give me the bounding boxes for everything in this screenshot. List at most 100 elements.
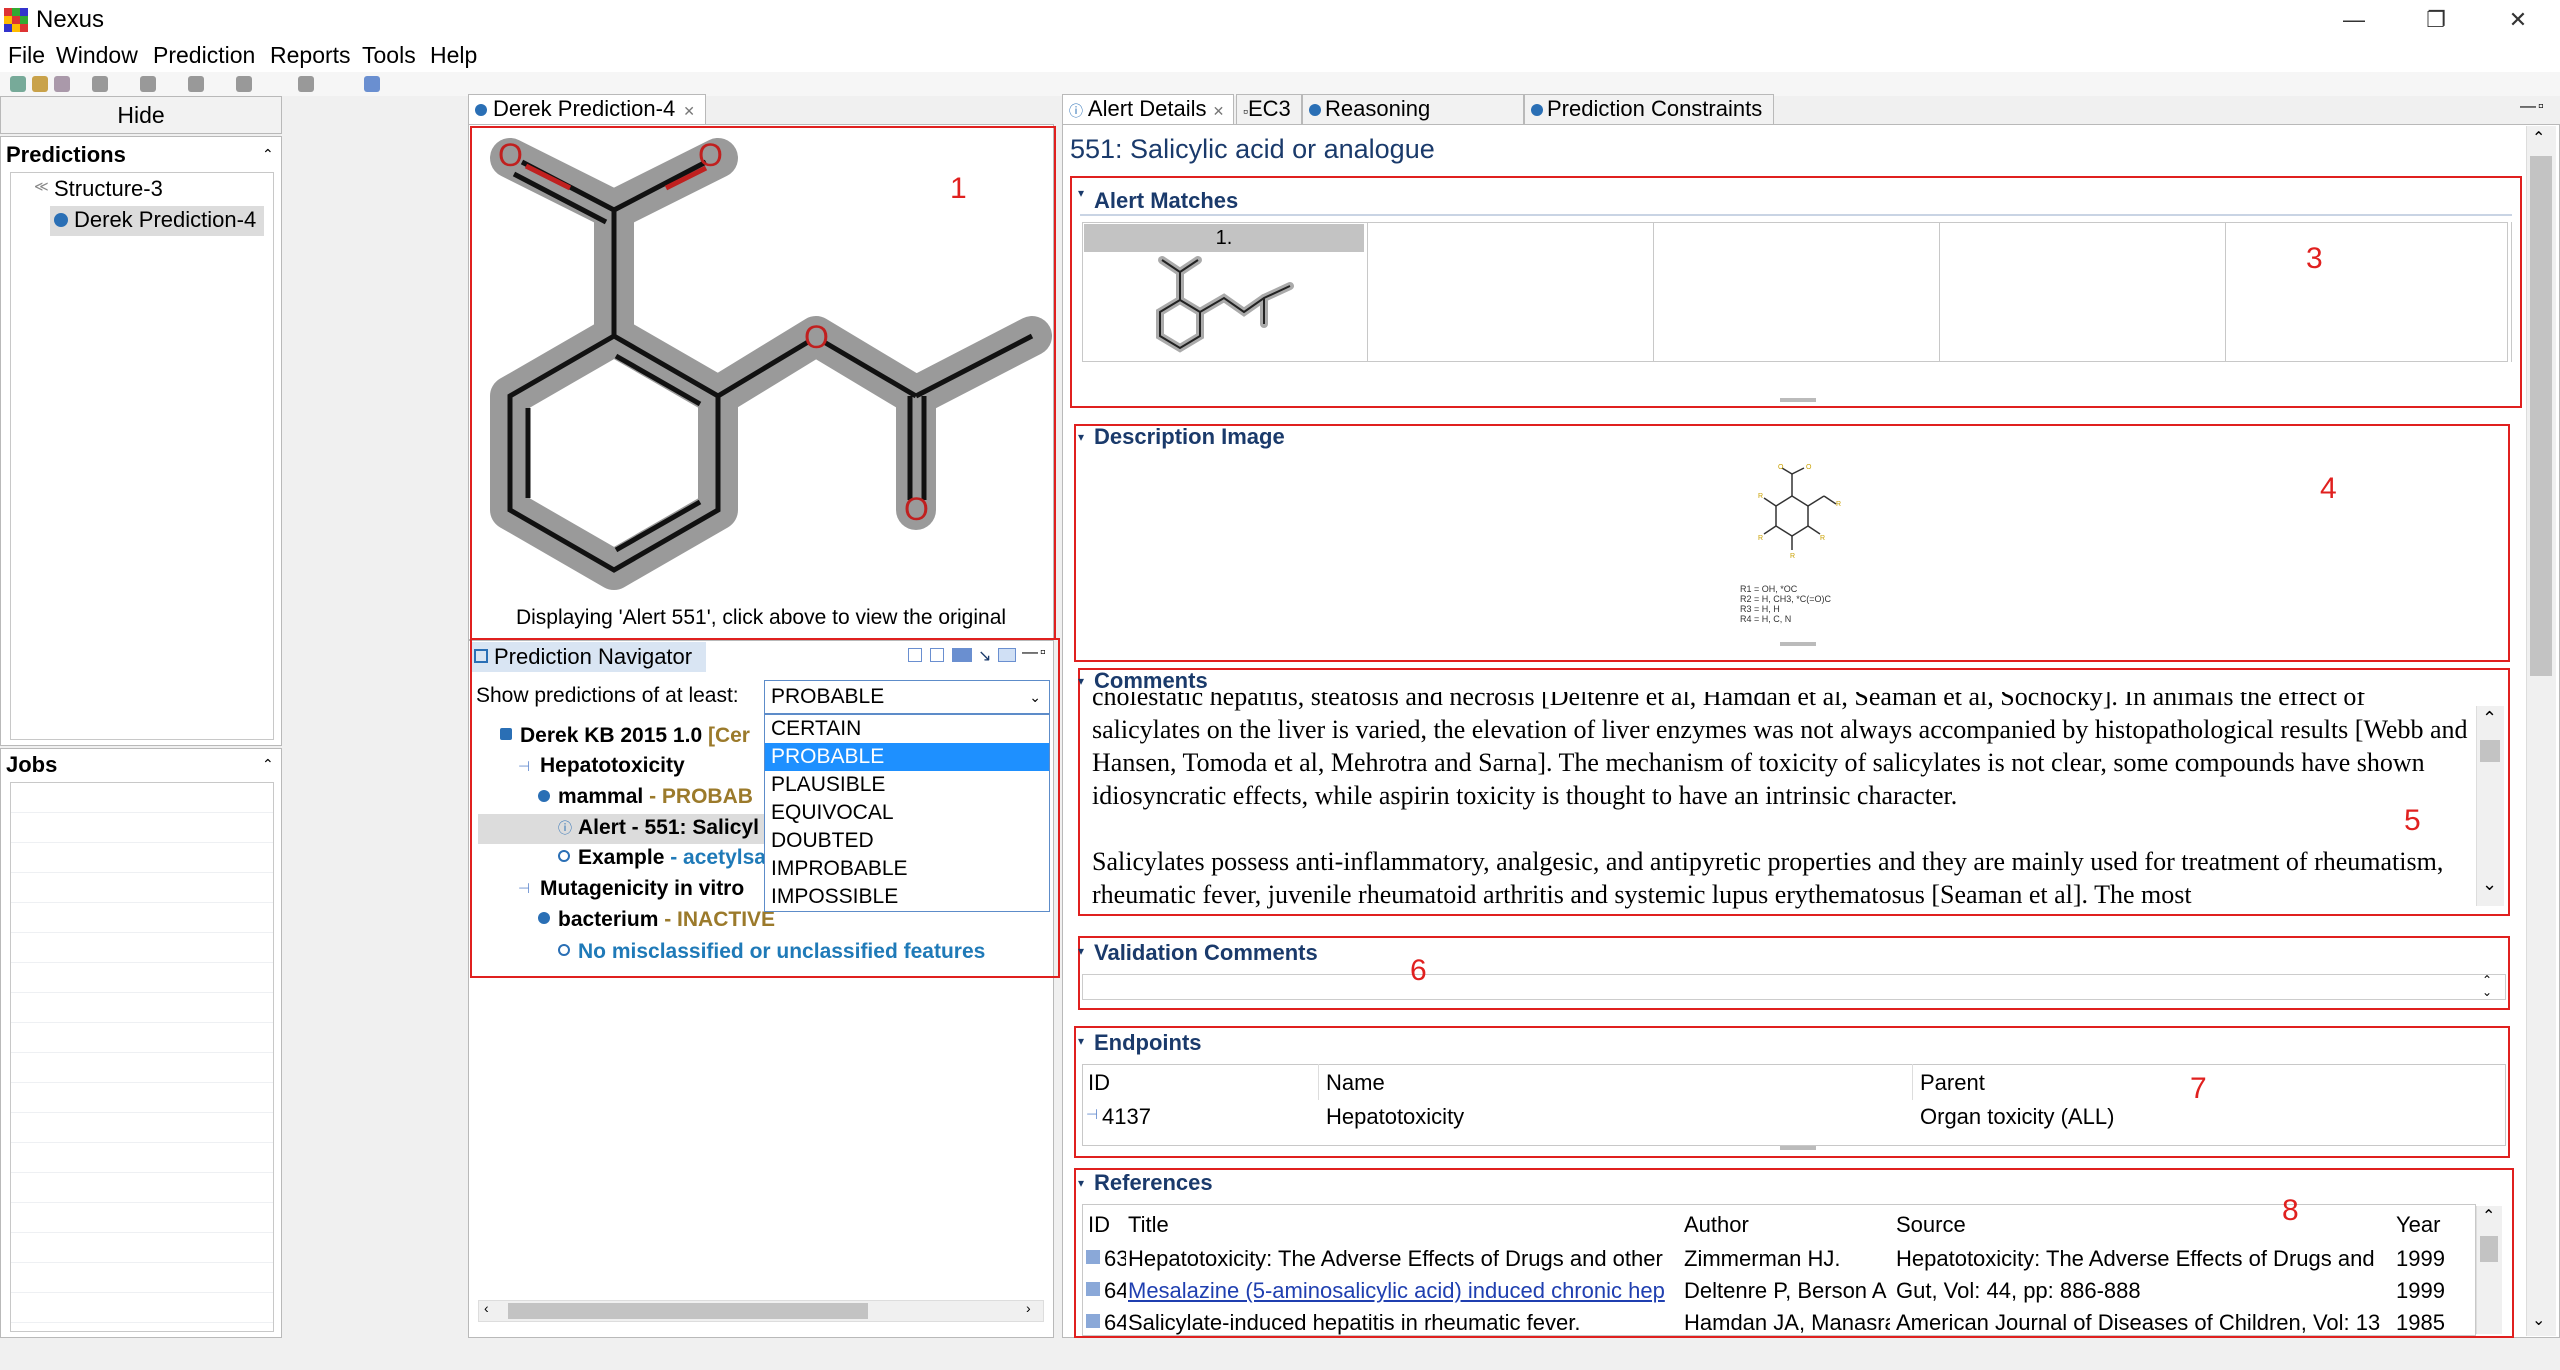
resize-handle[interactable] — [1780, 642, 1816, 646]
option-improbable[interactable]: IMPROBABLE — [765, 855, 1049, 883]
references-header-id[interactable]: ID — [1088, 1212, 1110, 1238]
references-header-year[interactable]: Year — [2396, 1212, 2440, 1238]
comments-title[interactable]: Comments — [1094, 668, 1208, 694]
reference-year[interactable]: 1999 — [2396, 1246, 2445, 1272]
reference-id[interactable]: 63 — [1104, 1246, 1126, 1272]
scrollbar-thumb[interactable] — [2480, 740, 2500, 762]
predict-icon[interactable] — [92, 76, 108, 92]
save-icon[interactable] — [54, 76, 70, 92]
menu-window[interactable]: Window — [56, 42, 138, 69]
scrollbar-thumb[interactable] — [2530, 156, 2552, 676]
option-certain[interactable]: CERTAIN — [765, 715, 1049, 743]
option-plausible[interactable]: PLAUSIBLE — [765, 771, 1049, 799]
menu-help[interactable]: Help — [430, 42, 477, 69]
description-image-title[interactable]: Description Image — [1094, 424, 1285, 450]
spinner-icon[interactable]: ⌃ ⌄ — [2482, 974, 2492, 998]
tree-expand-icon[interactable]: ≪ — [34, 178, 49, 195]
tree-item-structure[interactable]: Structure-3 — [54, 176, 163, 202]
resize-handle[interactable] — [1780, 1146, 1816, 1150]
reference-source[interactable]: Gut, Vol: 44, pp: 886-888 — [1896, 1278, 2390, 1304]
match-cell-5[interactable] — [2226, 222, 2512, 362]
scroll-right-icon[interactable]: › — [1026, 1300, 1031, 1316]
scrollbar-thumb[interactable] — [2480, 1236, 2498, 1262]
scroll-up-icon[interactable]: ⌃ — [2482, 1206, 2495, 1226]
tab-reasoning-explorer[interactable]: Reasoning Explorer — [1302, 94, 1524, 149]
reference-link[interactable]: Mesalazine (5-aminosalicylic acid) induc… — [1128, 1278, 1665, 1303]
match-structure-image[interactable] — [1140, 252, 1310, 356]
restore-button[interactable]: ❐ — [2396, 0, 2476, 40]
option-equivocal[interactable]: EQUIVOCAL — [765, 799, 1049, 827]
collapse-icon[interactable]: ⌃ — [262, 146, 274, 163]
reference-title-link[interactable]: Mesalazine (5-aminosalicylic acid) induc… — [1128, 1278, 1678, 1304]
reference-id[interactable]: 64 — [1104, 1278, 1126, 1304]
filter-icon[interactable] — [188, 76, 204, 92]
menu-tools[interactable]: Tools — [362, 42, 416, 69]
description-structure-image[interactable]: O O R R R R R — [1742, 460, 1850, 570]
validate-icon[interactable] — [236, 76, 252, 92]
tab-prediction-constraints[interactable]: Prediction Constraints — [1524, 94, 1774, 124]
alert-matches-title[interactable]: Alert Matches — [1094, 188, 1238, 214]
scroll-up-icon[interactable]: ⌃ — [2482, 708, 2497, 729]
endpoints-header-id[interactable]: ID — [1088, 1070, 1110, 1096]
molecule-icon[interactable] — [140, 76, 156, 92]
reference-source[interactable]: Hepatotoxicity: The Adverse Effects of D… — [1896, 1246, 2390, 1272]
hide-button[interactable]: Hide — [0, 96, 282, 134]
menu-prediction[interactable]: Prediction — [153, 42, 255, 69]
close-button[interactable]: ✕ — [2478, 0, 2558, 40]
open-icon[interactable] — [32, 76, 48, 92]
option-probable[interactable]: PROBABLE — [765, 743, 1049, 771]
endpoint-parent[interactable]: Organ toxicity (ALL) — [1920, 1104, 2114, 1130]
menu-reports[interactable]: Reports — [270, 42, 351, 69]
maximize-view-icon[interactable]: ▫ — [2538, 98, 2544, 116]
references-header-title[interactable]: Title — [1128, 1212, 1169, 1238]
match-cell-3[interactable] — [1654, 222, 1940, 362]
comments-text[interactable]: cholestatic hepatitis, steatosis and nec… — [1082, 692, 2504, 910]
minimize-view-icon[interactable]: — — [2520, 98, 2536, 116]
reference-year[interactable]: 1999 — [2396, 1278, 2445, 1304]
reference-author[interactable]: Deltenre P, Berson A — [1684, 1278, 1890, 1304]
export-icon[interactable] — [298, 76, 314, 92]
validation-comments-title[interactable]: Validation Comments — [1094, 940, 1318, 966]
endpoint-id[interactable]: 4137 — [1102, 1104, 1151, 1130]
section-toggle-icon[interactable]: ▾ — [1078, 674, 1084, 688]
section-toggle-icon[interactable]: ▾ — [1078, 186, 1084, 200]
reference-year[interactable]: 1985 — [2396, 1310, 2445, 1336]
option-impossible[interactable]: IMPOSSIBLE — [765, 883, 1049, 911]
validation-comments-field[interactable] — [1082, 974, 2506, 1000]
endpoints-header-name[interactable]: Name — [1326, 1070, 1385, 1096]
close-tab-icon[interactable]: ✕ — [683, 103, 695, 119]
match-cell-2[interactable] — [1368, 222, 1654, 362]
scrollbar-thumb[interactable] — [508, 1303, 868, 1319]
resize-handle[interactable] — [1780, 398, 1816, 402]
scroll-down-icon[interactable]: ⌄ — [2532, 1310, 2545, 1330]
reference-id[interactable]: 64 — [1104, 1310, 1126, 1336]
references-header-author[interactable]: Author — [1684, 1212, 1749, 1238]
reference-source[interactable]: American Journal of Diseases of Children… — [1896, 1310, 2390, 1336]
endpoints-title[interactable]: Endpoints — [1094, 1030, 1202, 1056]
tree-item-prediction[interactable]: Derek Prediction-4 — [74, 207, 256, 233]
reference-author[interactable]: Hamdan JA, Manasra — [1684, 1310, 1890, 1336]
jobs-collapse-icon[interactable]: ⌃ — [262, 756, 274, 773]
scroll-up-icon[interactable]: ⌃ — [2532, 128, 2545, 148]
reference-title[interactable]: Hepatotoxicity: The Adverse Effects of D… — [1128, 1246, 1678, 1272]
new-icon[interactable] — [10, 76, 26, 92]
section-toggle-icon[interactable]: ▾ — [1078, 430, 1084, 444]
reference-title[interactable]: Salicylate-induced hepatitis in rheumati… — [1128, 1310, 1678, 1336]
tab-ec3[interactable]: ▫EC3 — [1236, 94, 1302, 124]
section-toggle-icon[interactable]: ▾ — [1078, 944, 1084, 958]
endpoints-header-parent[interactable]: Parent — [1920, 1070, 1985, 1096]
menu-file[interactable]: File — [8, 42, 45, 69]
scroll-down-icon[interactable]: ⌄ — [2482, 874, 2497, 895]
minimize-button[interactable]: — — [2314, 0, 2394, 40]
close-tab-icon[interactable]: ✕ — [1213, 103, 1225, 119]
option-doubted[interactable]: DOUBTED — [765, 827, 1049, 855]
tab-derek-prediction[interactable]: Derek Prediction-4 ✕ — [468, 94, 706, 124]
match-cell-4[interactable] — [1940, 222, 2226, 362]
references-header-source[interactable]: Source — [1896, 1212, 1966, 1238]
scroll-left-icon[interactable]: ‹ — [484, 1300, 489, 1316]
report-icon[interactable] — [364, 76, 380, 92]
reference-author[interactable]: Zimmerman HJ. — [1684, 1246, 1890, 1272]
references-title[interactable]: References — [1094, 1170, 1213, 1196]
section-toggle-icon[interactable]: ▾ — [1078, 1034, 1084, 1048]
section-toggle-icon[interactable]: ▾ — [1078, 1176, 1084, 1190]
